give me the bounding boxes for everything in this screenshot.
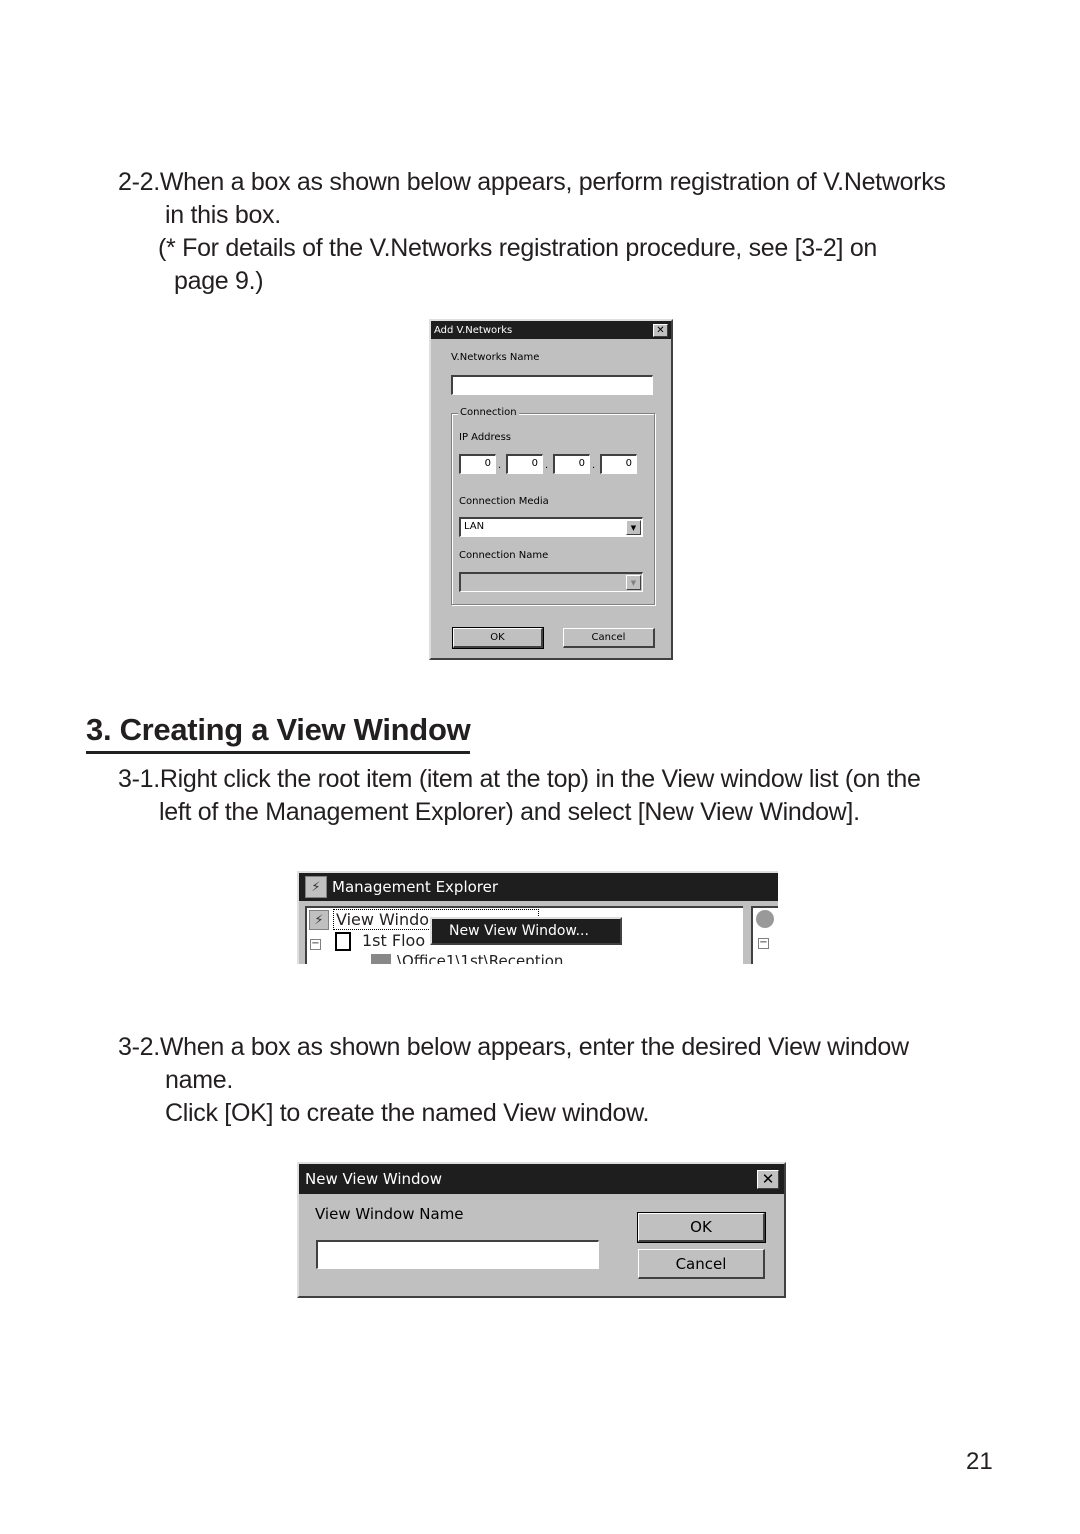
connection-groupbox: Connection IP Address 0 . 0 . 0 . 0 Conn… — [451, 407, 655, 605]
ip-separator: . — [498, 460, 502, 471]
ip-octet-3-input[interactable]: 0 — [553, 454, 590, 474]
view-window-name-input[interactable] — [316, 1240, 599, 1269]
view-window-root-icon: ⚡ — [309, 910, 329, 930]
dropdown-arrow-icon[interactable]: ▼ — [626, 520, 641, 535]
dropdown-arrow-icon[interactable]: ▼ — [626, 575, 641, 590]
collapse-icon[interactable]: − — [310, 939, 321, 950]
step-2-2-note-line2: page 9.) — [174, 267, 264, 295]
connection-media-select[interactable]: LAN ▼ — [459, 517, 643, 537]
dialog-title: Add V.Networks — [434, 324, 513, 336]
app-icon: ⚡ — [305, 876, 327, 898]
ok-button[interactable]: OK — [637, 1212, 766, 1243]
context-menu: New View Window... — [430, 917, 622, 945]
step-2-2-line1: 2-2.When a box as shown below appears, p… — [118, 168, 946, 196]
ip-octet-1-input[interactable]: 0 — [459, 454, 496, 474]
step-3-2-line2: name. — [165, 1066, 233, 1094]
add-vnetworks-dialog: Add V.Networks ✕ V.Networks Name Connect… — [429, 319, 673, 660]
dialog-title: New View Window — [305, 1170, 442, 1188]
globe-icon — [756, 910, 774, 928]
dialog-titlebar: Add V.Networks ✕ — [431, 321, 671, 339]
explorer-titlebar: ⚡ Management Explorer — [299, 873, 778, 901]
ip-octet-2-input[interactable]: 0 — [506, 454, 543, 474]
menu-item-new-view-window[interactable]: New View Window... — [449, 923, 589, 939]
step-3-2-line3: Click [OK] to create the named View wind… — [165, 1099, 650, 1127]
ip-octet-4-input[interactable]: 0 — [600, 454, 637, 474]
close-icon[interactable]: ✕ — [757, 1169, 779, 1189]
connection-media-label: Connection Media — [459, 496, 549, 507]
connection-group-title: Connection — [458, 407, 519, 418]
step-2-2-note-line1: (* For details of the V.Networks registr… — [158, 234, 878, 262]
cancel-button[interactable]: Cancel — [638, 1249, 765, 1279]
right-pane: − — [751, 906, 778, 964]
connection-media-value: LAN — [464, 521, 485, 532]
ip-separator: . — [545, 460, 549, 471]
dialog-titlebar: New View Window ✕ — [299, 1164, 784, 1194]
camera-icon — [371, 954, 391, 964]
close-icon[interactable]: ✕ — [653, 323, 668, 337]
section-heading: 3. Creating a View Window — [86, 711, 471, 754]
step-3-1-line2: left of the Management Explorer) and sel… — [159, 798, 860, 826]
step-3-1-line1: 3-1.Right click the root item (item at t… — [118, 765, 921, 793]
explorer-title: Management Explorer — [332, 878, 499, 896]
step-2-2-line2: in this box. — [165, 201, 281, 229]
step-3-2-line1: 3-2.When a box as shown below appears, e… — [118, 1033, 909, 1061]
vnetworks-name-input[interactable] — [451, 375, 653, 395]
management-explorer-window: ⚡ Management Explorer ⚡ View Windo − 1st… — [297, 871, 778, 964]
page-number: 21 — [966, 1448, 993, 1475]
tree-child-item[interactable]: 1st Floo — [362, 931, 425, 950]
cancel-button[interactable]: Cancel — [563, 628, 655, 648]
collapse-icon[interactable]: − — [758, 938, 769, 949]
vnetworks-name-label: V.Networks Name — [451, 352, 540, 363]
tree-grandchild-item[interactable]: \Office1\1st\Reception — [397, 952, 563, 964]
connection-name-select[interactable]: ▼ — [459, 572, 643, 592]
ip-address-label: IP Address — [459, 432, 511, 443]
ok-button[interactable]: OK — [452, 627, 544, 649]
view-window-name-label: View Window Name — [315, 1205, 464, 1223]
new-view-window-dialog: New View Window ✕ View Window Name OK Ca… — [297, 1162, 786, 1298]
ip-separator: . — [592, 460, 596, 471]
connection-name-label: Connection Name — [459, 550, 549, 561]
floor-map-icon — [335, 932, 351, 951]
